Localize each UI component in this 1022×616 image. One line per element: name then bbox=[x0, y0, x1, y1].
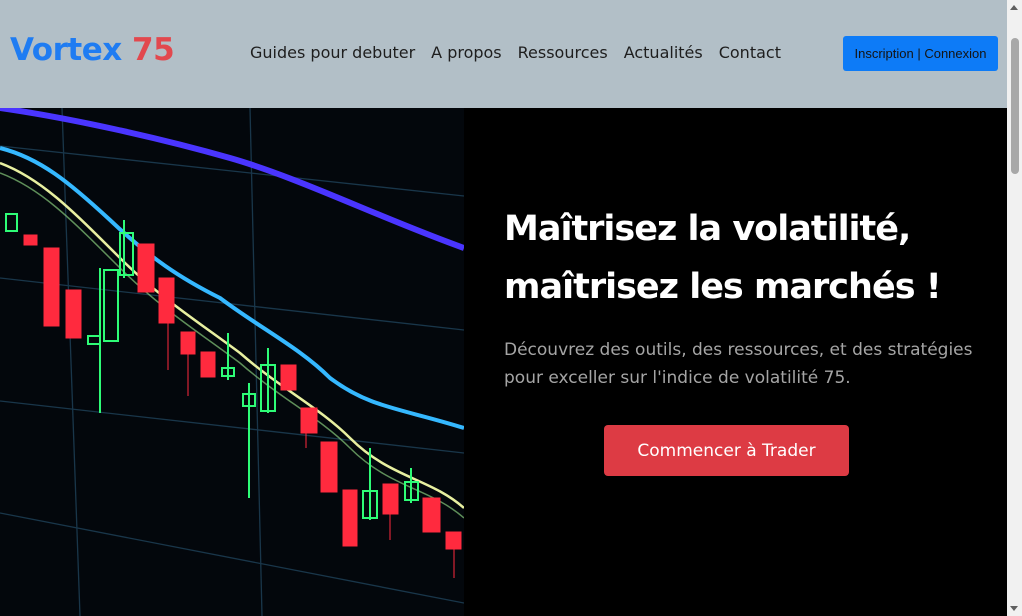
nav-item-about[interactable]: A propos bbox=[431, 43, 501, 62]
nav-item-contact[interactable]: Contact bbox=[719, 43, 781, 62]
candlestick-chart-image bbox=[0, 108, 464, 616]
brand-logo[interactable]: Vortex 75 bbox=[10, 32, 175, 68]
headline-line-1: Maîtrisez la volatilité, bbox=[504, 209, 911, 249]
site-header: Vortex 75 Guides pour debuter A propos R… bbox=[0, 0, 1007, 108]
nav-item-resources[interactable]: Ressources bbox=[518, 43, 608, 62]
scroll-thumb[interactable] bbox=[1011, 38, 1019, 174]
hero-headline: Maîtrisez la volatilité, maîtrisez les m… bbox=[504, 200, 984, 316]
nav-item-guides[interactable]: Guides pour debuter bbox=[250, 43, 415, 62]
scroll-down-arrow-icon[interactable] bbox=[1010, 606, 1018, 611]
start-trading-button[interactable]: Commencer à Trader bbox=[604, 425, 849, 476]
hero-section: Maîtrisez la volatilité, maîtrisez les m… bbox=[0, 108, 1007, 616]
scroll-up-arrow-icon[interactable] bbox=[1010, 5, 1018, 10]
page-scrollbar[interactable] bbox=[1007, 0, 1022, 616]
hero-subtext: Découvrez des outils, des ressources, et… bbox=[504, 340, 973, 388]
signup-login-button[interactable]: Inscription | Connexion bbox=[843, 36, 998, 71]
brand-name-part2: 75 bbox=[132, 32, 175, 68]
nav-item-news[interactable]: Actualités bbox=[624, 43, 703, 62]
main-nav: Guides pour debuter A propos Ressources … bbox=[250, 43, 797, 62]
brand-name-part1: Vortex bbox=[10, 32, 122, 68]
headline-line-2: maîtrisez les marchés ! bbox=[504, 267, 942, 307]
